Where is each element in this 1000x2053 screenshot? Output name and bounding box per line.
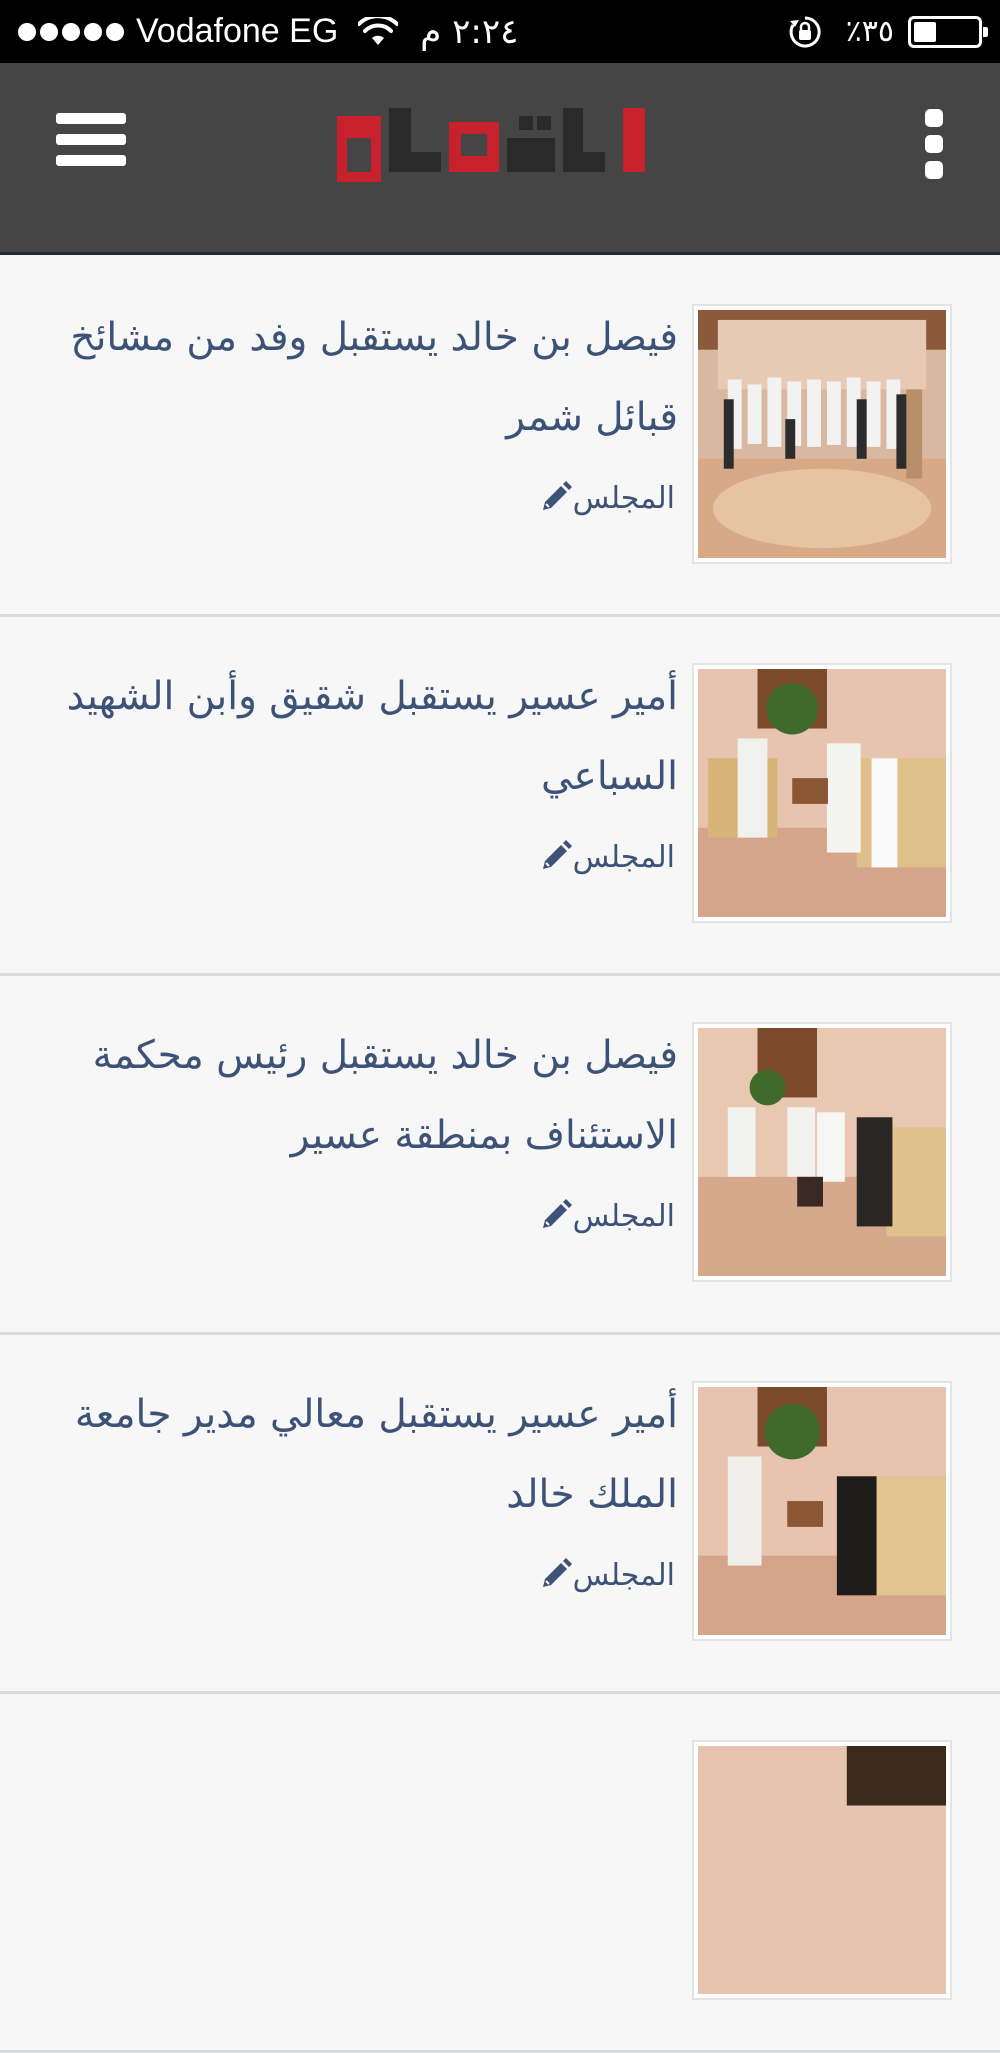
battery-level-fill	[914, 21, 936, 42]
article-thumbnail[interactable]	[692, 663, 952, 923]
battery-icon	[908, 15, 988, 48]
article-category[interactable]: المجلس	[573, 1558, 675, 1593]
article-title[interactable]: أمير عسير يستقبل معالي مدير جامعة الملك …	[38, 1375, 678, 1535]
article-thumbnail[interactable]	[692, 1740, 952, 2000]
article-item[interactable]: فيصل بن خالد يستقبل وفد من مشائخ قبائل ش…	[0, 258, 1000, 617]
status-bar-right: ٪٣٥	[788, 0, 988, 63]
article-meta: المجلس	[527, 1198, 675, 1234]
article-category[interactable]: المجلس	[573, 1199, 675, 1234]
article-item[interactable]: أمير عسير يستقبل معالي مدير جامعة الملك …	[0, 1335, 1000, 1694]
battery-percent: ٪٣٥	[845, 14, 894, 49]
wifi-icon	[358, 16, 399, 45]
status-bar: Vodafone EG ٢:٢٤ م ٪٣٥	[0, 0, 1000, 63]
rotation-lock-icon	[789, 15, 821, 47]
article-thumbnail[interactable]	[692, 304, 952, 564]
app-logo	[337, 108, 645, 182]
clock-time: ٢:٢٤ م	[420, 11, 519, 52]
article-thumbnail[interactable]	[692, 1022, 952, 1282]
article-category[interactable]: المجلس	[573, 840, 675, 875]
article-item[interactable]: أمير عسير يستقبل شقيق وأبن الشهيد السباع…	[0, 617, 1000, 976]
article-meta: المجلس	[527, 480, 675, 516]
pencil-icon	[542, 840, 572, 869]
article-title[interactable]: فيصل بن خالد يستقبل وفد من مشائخ قبائل ش…	[38, 298, 678, 458]
pencil-icon	[542, 1558, 572, 1587]
article-meta: المجلس	[527, 839, 675, 875]
article-title[interactable]: أمير عسير يستقبل شقيق وأبن الشهيد السباع…	[38, 657, 678, 817]
menu-icon[interactable]	[56, 113, 126, 173]
article-meta: المجلس	[527, 1557, 675, 1593]
app-bar	[0, 63, 1000, 255]
status-bar-left: Vodafone EG ٢:٢٤ م	[18, 0, 518, 63]
more-vert-icon[interactable]	[922, 109, 946, 179]
article-thumbnail[interactable]	[692, 1381, 952, 1641]
signal-strength-icon	[18, 22, 124, 41]
pencil-icon	[542, 1199, 572, 1228]
pencil-icon	[542, 481, 572, 510]
article-category[interactable]: المجلس	[573, 481, 675, 516]
article-item[interactable]	[0, 1694, 1000, 2053]
article-feed: فيصل بن خالد يستقبل وفد من مشائخ قبائل ش…	[0, 258, 1000, 2053]
carrier-name: Vodafone EG	[136, 12, 339, 50]
article-title[interactable]: فيصل بن خالد يستقبل رئيس محكمة الاستئناف…	[38, 1016, 678, 1176]
article-item[interactable]: فيصل بن خالد يستقبل رئيس محكمة الاستئناف…	[0, 976, 1000, 1335]
